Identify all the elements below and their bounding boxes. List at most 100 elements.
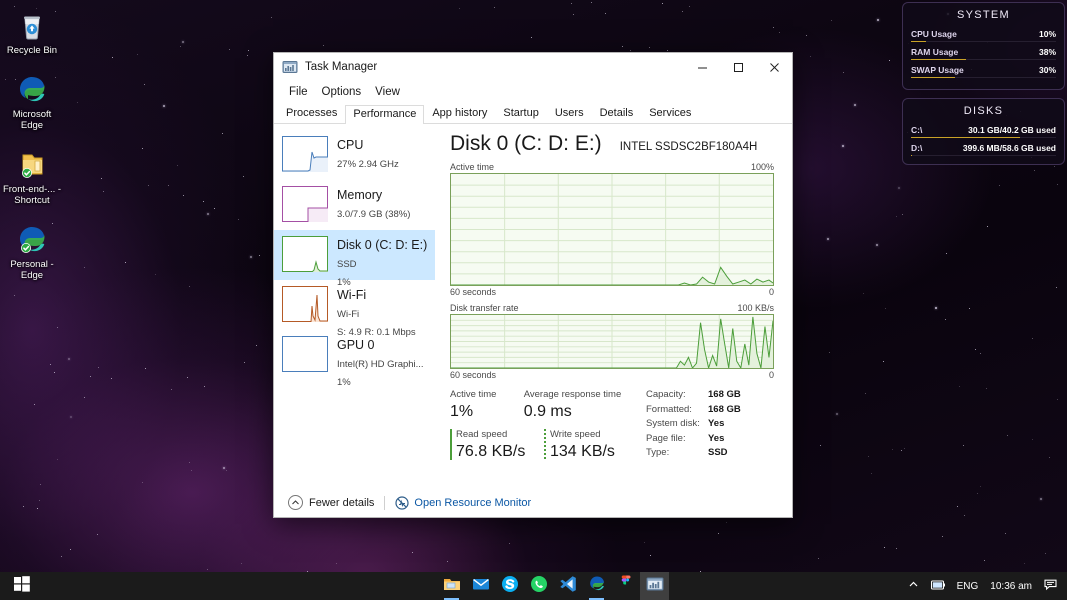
taskbar-item-edge[interactable]	[582, 572, 611, 600]
widget-row-value: 399.6 MB/58.6 GB used	[962, 143, 1056, 153]
detail-header: Disk 0 (C: D: E:) INTEL SSDSC2BF180A4H	[450, 130, 774, 158]
sidebar-item-memory[interactable]: Memory 3.0/7.9 GB (38%)	[274, 180, 435, 230]
read-speed-marker	[450, 429, 452, 460]
sidebar-item-label: GPU 0	[337, 338, 375, 352]
sidebar-item-gpu-0[interactable]: GPU 0 Intel(R) HD Graphi... 1%	[274, 330, 435, 388]
fewer-details-button[interactable]: Fewer details	[288, 495, 374, 510]
desktop-icon-microsoft-edge[interactable]: Microsoft Edge	[0, 68, 64, 135]
taskbar-item-figma[interactable]	[611, 572, 640, 600]
performance-body: CPU 27% 2.94 GHz Memory 3.0/7.9 GB (38%)	[274, 124, 792, 487]
gpu-mini-graph	[282, 336, 328, 372]
tray-overflow-button[interactable]	[902, 579, 925, 593]
skype-icon	[501, 575, 519, 598]
stat-value: 76.8 KB/s	[456, 443, 526, 460]
tray-action-center-button[interactable]	[1038, 578, 1063, 594]
edge-icon	[588, 575, 606, 598]
tab-users[interactable]: Users	[547, 104, 592, 123]
desktop-icon-personal-edge[interactable]: Personal - Edge	[0, 218, 64, 285]
desktop-icon-label: Front-end-... - Shortcut	[2, 184, 62, 206]
windows-start-icon	[14, 575, 30, 597]
start-button[interactable]	[0, 572, 44, 600]
menu-item-options[interactable]: Options	[315, 86, 369, 98]
widget-system: SYSTEM CPU Usage 10% RAM Usage 38% SWAP …	[902, 2, 1065, 90]
transfer-rate-graph-footer: 60 seconds 0	[450, 369, 774, 380]
stat-value: 0.9 ms	[523, 403, 572, 420]
write-speed-marker	[544, 429, 546, 460]
disk-mini-graph	[282, 236, 328, 272]
sidebar-item-label: Disk 0 (C: D: E:)	[337, 238, 428, 252]
taskbar-item-vscode[interactable]	[553, 572, 582, 600]
taskbar-item-skype[interactable]	[495, 572, 524, 600]
sidebar-item-label: Wi-Fi	[337, 288, 367, 302]
taskbar-item-mail[interactable]	[466, 572, 495, 600]
sidebar-item-sub: 27% 2.94 GHz	[337, 159, 399, 170]
property-value: 168 GB	[708, 389, 741, 400]
tab-details[interactable]: Details	[592, 104, 642, 123]
maximize-button[interactable]	[720, 53, 756, 81]
tab-performance[interactable]: Performance	[345, 105, 425, 124]
desktop-icon-front-end-shortcut[interactable]: Front-end-... - Shortcut	[0, 143, 64, 210]
widget-row-cpu-usage: CPU Usage 10%	[911, 27, 1056, 42]
widget-row-key: D:\	[911, 143, 923, 153]
widget-row-track	[911, 155, 1056, 156]
stat-pair-top: Active time 1% Average response time 0.9…	[450, 388, 638, 422]
widget-row-bar	[911, 154, 913, 156]
sidebar-item-cpu[interactable]: CPU 27% 2.94 GHz	[274, 130, 435, 180]
tab-services[interactable]: Services	[641, 104, 699, 123]
file-explorer-icon	[443, 575, 461, 598]
transfer-rate-graph-min: 0	[768, 370, 774, 380]
disk-model-label: INTEL SSDSC2BF180A4H	[619, 141, 758, 153]
menu-item-view[interactable]: View	[368, 86, 407, 98]
chevron-up-icon	[288, 495, 303, 510]
fewer-details-label: Fewer details	[309, 496, 375, 509]
property-key: Formatted:	[646, 403, 692, 415]
property-value: 168 GB	[708, 403, 741, 415]
sidebar-item-wifi[interactable]: Wi-Fi Wi-Fi S: 4.9 R: 0.1 Mbps	[274, 280, 435, 338]
tab-processes[interactable]: Processes	[278, 104, 345, 123]
widget-disks: DISKS C:\ 30.1 GB/40.2 GB used D:\ 399.6…	[902, 98, 1065, 165]
menu-item-file[interactable]: File	[282, 86, 315, 98]
sidebar-item-disk-0[interactable]: Disk 0 (C: D: E:) SSD 1%	[274, 230, 435, 288]
property-value: SSD	[708, 447, 728, 458]
page-title: Disk 0 (C: D: E:)	[450, 132, 602, 155]
widget-row-value: 30%	[1038, 65, 1056, 75]
stat-average-response-time: Average response time 0.9 ms	[524, 388, 638, 422]
desktop-icon-recycle-bin[interactable]: Recycle Bin	[0, 4, 64, 60]
task-manager-window: Task Manager File Options View Processes…	[273, 52, 793, 518]
taskbar-item-file-explorer[interactable]	[437, 572, 466, 600]
tab-bar: Processes Performance App history Startu…	[274, 103, 792, 124]
memory-mini-graph	[282, 186, 328, 222]
widget-row-ram-usage: RAM Usage 38%	[911, 45, 1056, 60]
sidebar-item-sub: SSD	[337, 259, 357, 270]
transfer-rate-graph-title: Disk transfer rate	[450, 303, 519, 313]
desktop-icon-label: Microsoft Edge	[12, 109, 52, 131]
sidebar-item-text: Wi-Fi Wi-Fi S: 4.9 R: 0.1 Mbps	[337, 286, 416, 340]
stat-value: 134 KB/s	[550, 443, 615, 460]
minimize-button[interactable]	[684, 53, 720, 81]
open-resource-monitor-link[interactable]: Open Resource Monitor	[395, 495, 532, 510]
tab-startup[interactable]: Startup	[495, 104, 546, 123]
active-time-graph-max: 100%	[750, 162, 774, 172]
tray-battery-button[interactable]	[925, 579, 951, 594]
window-title: Task Manager	[305, 61, 378, 73]
close-button[interactable]	[756, 53, 792, 81]
tray-clock-button[interactable]: 10:36 am	[984, 581, 1038, 592]
property-value: Yes	[708, 432, 725, 444]
tray-language-button[interactable]: ENG	[951, 581, 985, 592]
tab-app-history[interactable]: App history	[424, 104, 495, 123]
stat-label: Active time	[450, 389, 497, 400]
window-footer: Fewer details Open Resource Monitor	[274, 487, 792, 517]
recycle-bin-icon	[16, 10, 48, 42]
folder-shortcut-icon	[16, 149, 48, 181]
taskbar-item-whatsapp[interactable]	[524, 572, 553, 600]
widget-row-value: 38%	[1038, 47, 1056, 57]
open-resource-monitor-label: Open Resource Monitor	[414, 496, 532, 509]
cpu-mini-graph	[282, 136, 328, 172]
taskbar-app-list	[437, 572, 669, 600]
active-time-graph-footer: 60 seconds 0	[450, 286, 774, 297]
window-title-bar[interactable]: Task Manager	[274, 53, 792, 81]
taskbar-item-task-manager[interactable]	[640, 572, 669, 600]
transfer-rate-graph	[450, 314, 774, 369]
sidebar-item-sub: 3.0/7.9 GB (38%)	[337, 209, 411, 220]
stat-value: 1%	[450, 403, 474, 420]
